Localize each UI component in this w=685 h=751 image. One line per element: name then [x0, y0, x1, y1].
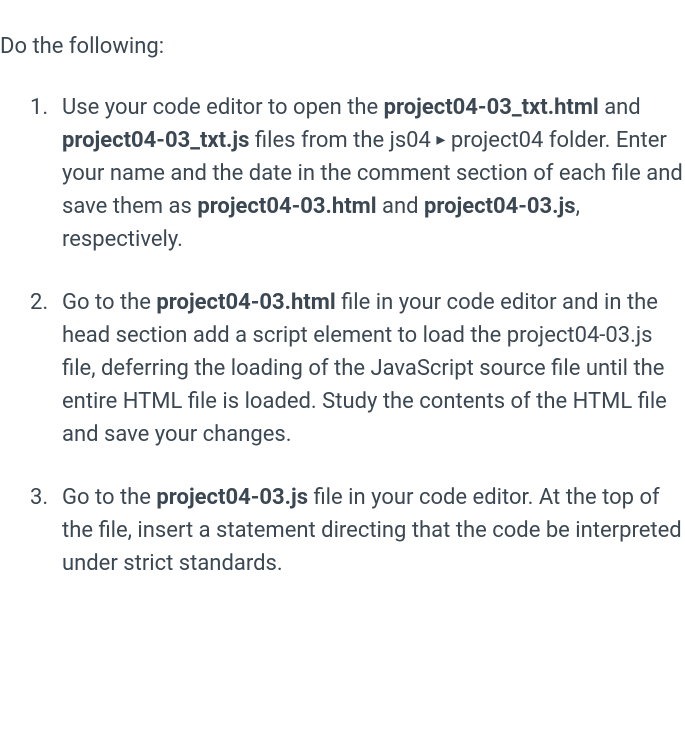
list-item: Go to the project04-03.html file in your… — [30, 286, 685, 451]
filename-bold: project04-03_txt.html — [384, 95, 599, 120]
filename-bold: project04-03.js — [424, 194, 576, 219]
instruction-list: Use your code editor to open the project… — [0, 91, 685, 580]
instruction-text: and — [377, 194, 424, 219]
intro-text: Do the following: — [0, 30, 685, 63]
arrow-icon: ▸ — [436, 126, 445, 153]
list-item: Go to the project04-03.js file in your c… — [30, 481, 685, 580]
filename-bold: project04-03.html — [197, 194, 376, 219]
filename-bold: project04-03.html — [156, 290, 335, 315]
instruction-text: and — [599, 95, 641, 120]
instruction-text: Go to the — [62, 290, 156, 315]
instruction-text: Go to the — [62, 485, 156, 510]
list-item: Use your code editor to open the project… — [30, 91, 685, 256]
instruction-text: files from the js04 — [249, 128, 436, 153]
filename-bold: project04-03_txt.js — [62, 128, 249, 153]
instruction-text: Use your code editor to open the — [62, 95, 384, 120]
filename-bold: project04-03.js — [156, 485, 308, 510]
